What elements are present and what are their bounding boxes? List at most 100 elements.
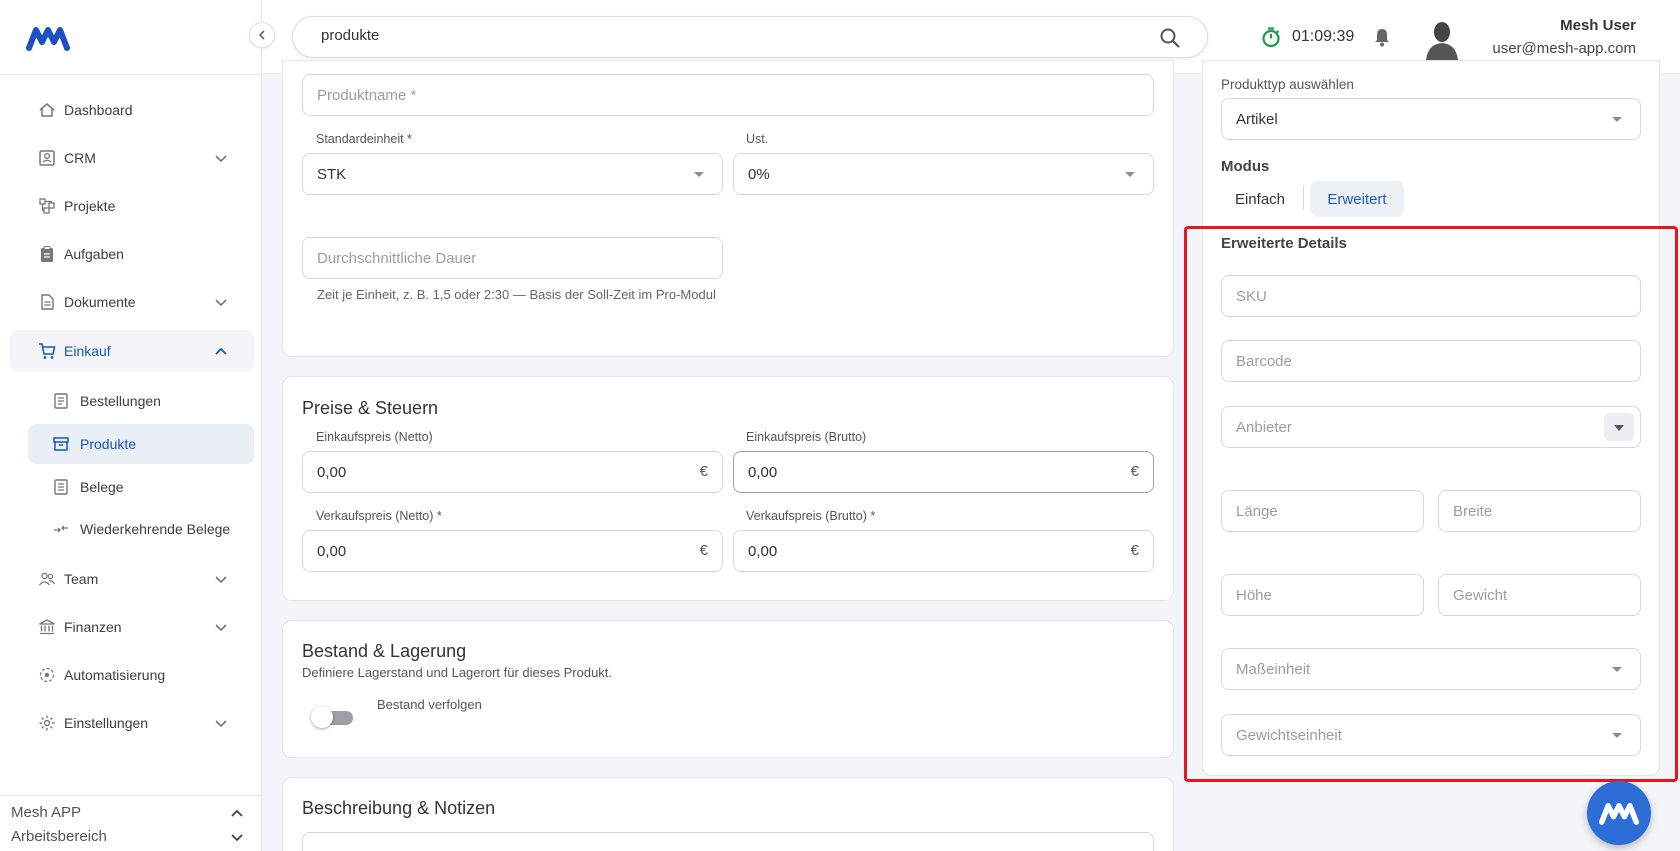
sidebar-item-automatisierung[interactable]: Automatisierung xyxy=(10,654,254,696)
workspace-switcher[interactable]: Mesh APP Arbeitsbereich xyxy=(0,795,262,851)
track-stock-toggle[interactable] xyxy=(311,706,353,728)
product-type-label: Produkttyp auswählen xyxy=(1221,77,1354,92)
team-icon xyxy=(39,572,56,586)
caret-down-icon xyxy=(1612,117,1622,122)
mode-advanced-tab[interactable]: Erweitert xyxy=(1310,181,1404,217)
chevron-down-icon[interactable] xyxy=(214,151,228,165)
unit-value: STK xyxy=(317,165,347,183)
vat-value: 0% xyxy=(748,165,770,183)
chevron-down-icon[interactable] xyxy=(230,830,244,844)
mesh-logo[interactable] xyxy=(26,24,70,52)
unit-label: Standardeinheit * xyxy=(316,132,412,146)
timer-value: 01:09:39 xyxy=(1292,28,1355,45)
chevron-down-icon[interactable] xyxy=(214,572,228,586)
product-name-placeholder: Produktname * xyxy=(317,86,417,104)
sidebar-item-label: Dokumente xyxy=(64,294,136,310)
clipboard-icon xyxy=(41,246,53,262)
sidebar-item-einstellungen[interactable]: Einstellungen xyxy=(10,702,254,744)
buy-gross-label: Einkaufspreis (Brutto) xyxy=(746,430,867,444)
sidebar-item-finanzen[interactable]: Finanzen xyxy=(10,606,254,648)
sell-net-input[interactable]: 0,00 € xyxy=(302,530,723,572)
sidebar-item-projekte[interactable]: Projekte xyxy=(10,185,254,227)
duration-input[interactable]: Durchschnittliche Dauer xyxy=(302,237,723,279)
sidebar-subitem-belege[interactable]: Belege xyxy=(28,467,254,507)
assistant-fab-button[interactable] xyxy=(1587,781,1651,845)
search-input[interactable] xyxy=(321,27,1121,44)
caret-down-icon xyxy=(1125,172,1135,177)
sidebar-item-label: CRM xyxy=(64,150,96,166)
sidebar-item-label: Finanzen xyxy=(64,619,122,635)
home-icon xyxy=(39,103,55,117)
toggle-knob xyxy=(311,706,333,728)
mode-advanced-label: Erweitert xyxy=(1327,190,1387,208)
sell-net-label: Verkaufspreis (Netto) * xyxy=(316,509,442,523)
mode-separator xyxy=(1303,186,1304,210)
sidebar-item-crm[interactable]: CRM xyxy=(10,137,254,179)
sidebar-subitem-produkte[interactable]: Produkte xyxy=(28,424,254,464)
sell-gross-label: Verkaufspreis (Brutto) * xyxy=(746,509,876,523)
stopwatch-icon xyxy=(1262,27,1280,48)
product-name-input[interactable]: Produktname * xyxy=(302,74,1154,116)
workspace-area-name: Arbeitsbereich xyxy=(11,828,107,845)
sidebar-item-label: Einkauf xyxy=(64,343,111,359)
sell-gross-input[interactable]: 0,00 € xyxy=(733,530,1154,572)
mode-label: Modus xyxy=(1221,158,1270,175)
currency-suffix: € xyxy=(1130,463,1139,480)
chevron-down-icon[interactable] xyxy=(214,295,228,309)
currency-suffix: € xyxy=(699,542,708,559)
bank-icon xyxy=(39,619,55,635)
sidebar-item-aufgaben[interactable]: Aufgaben xyxy=(10,233,254,275)
sidebar-subitem-label: Produkte xyxy=(80,436,137,452)
chevron-up-icon[interactable] xyxy=(214,344,228,358)
document-icon xyxy=(41,294,54,310)
notes-title: Beschreibung & Notizen xyxy=(302,798,496,818)
project-icon xyxy=(39,198,55,214)
sidebar-item-label: Einstellungen xyxy=(64,715,149,731)
search-bar[interactable] xyxy=(292,16,1208,58)
sidebar-item-dokumente[interactable]: Dokumente xyxy=(10,281,254,323)
receipt-icon xyxy=(54,479,68,495)
vat-select[interactable]: 0% xyxy=(733,153,1154,195)
currency-suffix: € xyxy=(699,463,708,480)
archive-icon xyxy=(53,437,69,451)
cart-icon xyxy=(39,343,56,359)
recurring-icon xyxy=(54,525,68,533)
time-tracker[interactable]: 01:09:39 xyxy=(1260,26,1354,48)
sidebar-subitem-label: Belege xyxy=(80,479,124,495)
order-icon xyxy=(54,393,68,409)
buy-net-input[interactable]: 0,00 € xyxy=(302,451,723,493)
notes-editor-toolbar[interactable] xyxy=(302,832,1154,851)
chevron-down-icon[interactable] xyxy=(214,716,228,730)
sidebar-item-label: Aufgaben xyxy=(64,246,124,262)
buy-gross-input[interactable]: 0,00 € xyxy=(733,451,1154,493)
sidebar-item-label: Team xyxy=(64,571,99,587)
mode-simple-tab[interactable]: Einfach xyxy=(1221,181,1299,217)
sidebar: Dashboard CRM Projekte Aufgaben Dokument… xyxy=(0,0,262,851)
vat-label: Ust. xyxy=(746,132,769,146)
sidebar-subitem-bestellungen[interactable]: Bestellungen xyxy=(28,381,254,421)
bell-icon[interactable] xyxy=(1372,27,1392,47)
currency-suffix: € xyxy=(1130,542,1139,559)
sidebar-item-einkauf[interactable]: Einkauf xyxy=(10,330,254,372)
unit-select[interactable]: STK xyxy=(302,153,723,195)
sidebar-item-team[interactable]: Team xyxy=(10,558,254,600)
sidebar-item-dashboard[interactable]: Dashboard xyxy=(10,89,254,131)
workspace-app-name: Mesh APP xyxy=(11,804,82,821)
stock-title: Bestand & Lagerung xyxy=(302,641,467,661)
chevron-down-icon[interactable] xyxy=(214,620,228,634)
stock-subtitle: Definiere Lagerstand und Lagerort für di… xyxy=(302,665,613,680)
chevron-left-icon xyxy=(258,30,265,40)
automation-icon xyxy=(39,667,55,683)
product-type-value: Artikel xyxy=(1236,110,1278,128)
search-icon[interactable] xyxy=(1159,27,1181,49)
sidebar-subitem-label: Bestellungen xyxy=(80,393,161,409)
contacts-icon xyxy=(39,150,55,166)
sidebar-item-label: Automatisierung xyxy=(64,667,166,683)
mode-simple-label: Einfach xyxy=(1234,190,1286,208)
user-name: Mesh User xyxy=(1560,17,1636,34)
sidebar-collapse-button[interactable] xyxy=(249,22,275,48)
sidebar-subitem-wiederkehrende-belege[interactable]: Wiederkehrende Belege xyxy=(28,509,254,549)
product-type-select[interactable]: Artikel xyxy=(1221,98,1641,140)
chevron-up-icon[interactable] xyxy=(230,806,244,820)
user-email: user@mesh-app.com xyxy=(1492,40,1636,57)
